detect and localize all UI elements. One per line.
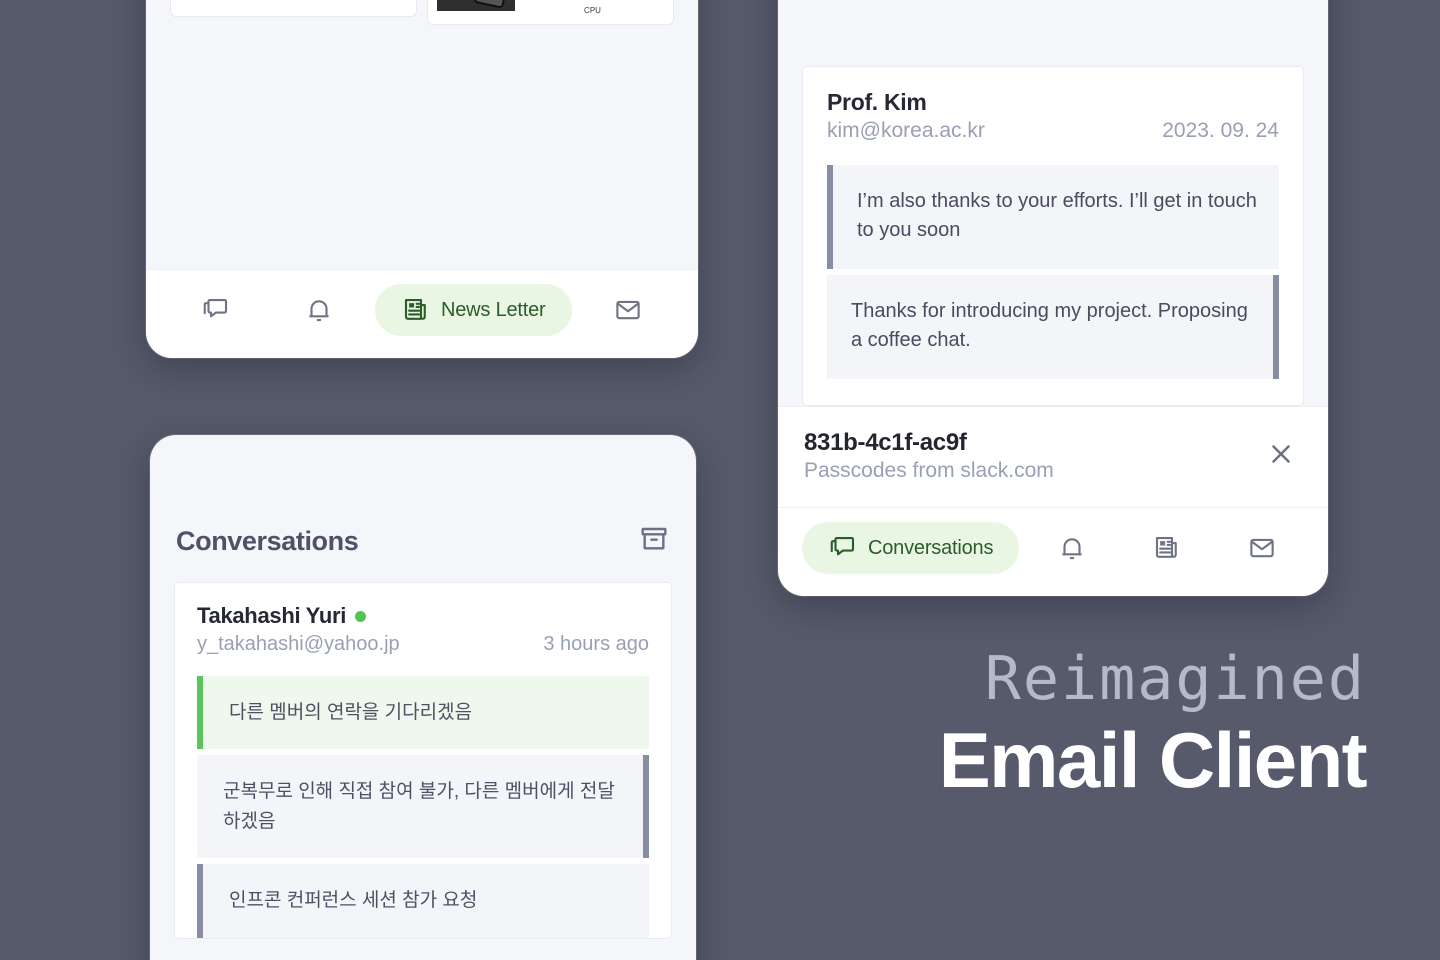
email-sender-name: Prof. Kim [827,89,927,115]
message-bubble[interactable]: 군복무로 인해 직접 참여 불가, 다른 멤버에게 전달하겠음 [197,755,649,859]
nav-notifications[interactable] [273,284,366,336]
newsletter-column-right: 2022. 01. 21 WAIT [427,0,674,269]
email-bottom-nav: Conversations [778,507,1328,596]
page-title: Conversations [176,526,359,556]
email-thread-scroll[interactable]: Prof. Kim kim@korea.ac.kr 2023. 09. 24 I… [778,0,1328,406]
news-article-card[interactable]: (광고) LG전자 그라운드220 ‘나다운 루 [170,0,417,18]
conversation-sender-row: Takahashi Yuri [197,603,649,629]
chat-bubbles-icon [201,295,231,325]
conversations-phone-panel: Conversations Takahashi Yuri y_takahashi… [150,435,696,960]
email-message-card[interactable]: Prof. Kim kim@korea.ac.kr 2023. 09. 24 I… [802,66,1304,406]
passcode-source: Passcodes from slack.com [804,459,1054,482]
envelope-icon [613,295,643,325]
conversation-sender-name: Takahashi Yuri [197,603,347,628]
bell-icon [1057,533,1087,563]
comic-strip-image: WAIT [437,0,515,15]
message-bubble[interactable]: 인프콘 컨퍼런스 세션 참가 요청 [197,864,649,938]
unread-status-dot [355,610,367,622]
nav-news-letter[interactable] [1124,522,1209,574]
envelope-icon [1247,533,1277,563]
nav-mail[interactable] [1219,522,1304,574]
promo-canvas: (광고) LG전자 그라운드220 ‘나다운 루 2022. 01. 21 [0,0,1440,960]
newsletter-feed[interactable]: (광고) LG전자 그라운드220 ‘나다운 루 2022. 01. 21 [146,0,698,269]
nav-conversations[interactable] [170,284,263,336]
conversation-meta-row: y_takahashi@yahoo.jp 3 hours ago [197,633,649,656]
chat-bubbles-icon [828,533,858,563]
nav-conversations-label: Conversations [868,536,994,559]
cpu-architecture-diagram: Core Control L1 Cache Core Control [521,0,664,15]
nav-news-letter[interactable]: News Letter [375,284,572,336]
newspaper-icon [1152,533,1182,563]
email-meta-row: kim@korea.ac.kr 2023. 09. 24 [827,119,1279,143]
message-bubble[interactable]: 다른 멤버의 연락을 기다리겠음 [197,676,649,750]
passcode-value: 831b-4c1f-ac9f [804,429,967,456]
passcode-banner[interactable]: 831b-4c1f-ac9f Passcodes from slack.com [778,406,1328,507]
conversation-sender-email: y_takahashi@yahoo.jp [197,633,400,655]
cpu-article-card[interactable]: WAIT Core Control L1 Ca [427,0,674,25]
marketing-subtitle: Reimagined [984,644,1366,714]
marketing-title: Email Client [938,716,1368,804]
nav-conversations[interactable]: Conversations [802,522,1020,574]
bell-icon [304,295,334,325]
email-bubble-list: I’m also thanks to your efforts. I’ll ge… [827,165,1279,379]
conversation-list[interactable]: Takahashi Yuri y_takahashi@yahoo.jp 3 ho… [150,582,696,960]
cpu-diagram-caption: CPU [584,6,601,15]
conversation-timestamp: 3 hours ago [543,633,649,655]
newspaper-icon [401,295,431,325]
conversations-header: Conversations [150,435,696,582]
email-bubble[interactable]: I’m also thanks to your efforts. I’ll ge… [827,165,1279,269]
list-item[interactable]: Takahashi Yuri y_takahashi@yahoo.jp 3 ho… [174,582,672,939]
email-sender-address: kim@korea.ac.kr [827,119,985,142]
archive-box-icon[interactable] [638,523,670,560]
email-bubble[interactable]: Thanks for introducing my project. Propo… [827,275,1279,379]
nav-news-letter-label: News Letter [441,298,546,321]
nav-mail[interactable] [582,284,675,336]
close-icon[interactable] [1260,433,1302,480]
conversation-message-list: 다른 멤버의 연락을 기다리겠음 군복무로 인해 직접 참여 불가, 다른 멤버… [197,676,649,938]
email-date: 2023. 09. 24 [1162,119,1279,142]
newsletter-phone-panel: (광고) LG전자 그라운드220 ‘나다운 루 2022. 01. 21 [146,0,698,358]
news-article-title: (광고) LG전자 그라운드220 ‘나다운 루 [171,0,416,16]
marketing-copy: Reimagined Email Client [806,644,1368,804]
newsletter-column-left: (광고) LG전자 그라운드220 ‘나다운 루 [170,0,417,269]
newsletter-bottom-nav: News Letter [146,269,698,358]
nav-notifications[interactable] [1029,522,1114,574]
passcode-text-group: 831b-4c1f-ac9f Passcodes from slack.com [804,429,1054,483]
email-detail-phone-panel: Prof. Kim kim@korea.ac.kr 2023. 09. 24 I… [778,0,1328,596]
